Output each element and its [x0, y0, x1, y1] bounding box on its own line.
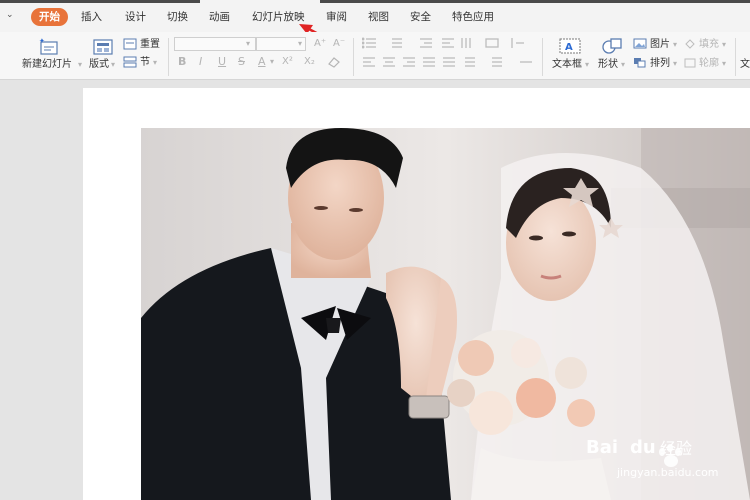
chevron-down-icon[interactable]: ⌄ — [6, 10, 14, 20]
tab-security[interactable]: 安全 — [410, 8, 431, 26]
font-size-dropdown-icon[interactable]: ▾ — [298, 38, 302, 50]
grow-font-icon[interactable]: A⁺ — [314, 38, 326, 50]
fill-dropdown-icon[interactable]: ▾ — [722, 39, 726, 51]
superscript-icon[interactable]: X² — [282, 56, 293, 68]
subscript-icon[interactable]: X₂ — [304, 56, 315, 68]
new-slide-button[interactable]: 新建幻灯片 — [22, 59, 72, 71]
text-tool-partial[interactable]: 文 — [740, 59, 750, 71]
arrange-dropdown-icon[interactable]: ▾ — [673, 58, 677, 70]
tab-view[interactable]: 视图 — [368, 8, 389, 26]
section-icon[interactable] — [123, 56, 137, 68]
paragraph-tools-row1b[interactable] — [460, 37, 540, 49]
text-box-dropdown-icon[interactable]: ▾ — [585, 59, 589, 71]
font-name-dropdown-icon[interactable]: ▾ — [246, 38, 250, 50]
arrange-icon[interactable] — [633, 57, 647, 68]
font-color-dropdown-icon[interactable]: ▾ — [270, 56, 274, 68]
shrink-font-icon[interactable]: A⁻ — [333, 38, 345, 50]
shape-dropdown-icon[interactable]: ▾ — [621, 59, 625, 71]
font-color-icon[interactable]: A — [258, 56, 266, 68]
baidu-brand-text: Bai — [586, 437, 619, 458]
layout-icon[interactable] — [92, 38, 114, 56]
text-box-icon[interactable]: A — [558, 37, 582, 55]
baidu-url-text: jingyan.baidu.com — [617, 466, 719, 479]
menu-bar: ⌄ 开始 插入 设计 切换 动画 幻灯片放映 审阅 视图 安全 特色应用 — [0, 0, 750, 32]
title-bar-edge — [0, 0, 750, 3]
picture-icon[interactable] — [633, 38, 647, 49]
new-slide-icon[interactable]: ✦ — [38, 38, 60, 56]
reset-button[interactable]: 重置 — [140, 39, 160, 51]
svg-text:✦: ✦ — [39, 38, 45, 45]
ribbon-toolbar: ✦ 新建幻灯片 ▾ 版式 ▾ 重置 节 ▾ ▾ ▾ A⁺ A⁻ B I U S … — [0, 32, 750, 80]
outline-icon[interactable] — [684, 58, 696, 68]
picture-button[interactable]: 图片 — [650, 39, 670, 51]
section-button[interactable]: 节 — [140, 57, 150, 69]
shape-icon[interactable] — [600, 37, 624, 55]
underline-icon[interactable]: U — [218, 56, 226, 68]
tab-design[interactable]: 设计 — [125, 8, 146, 26]
svg-text:A: A — [565, 42, 573, 53]
fill-icon[interactable] — [684, 39, 696, 49]
outline-dropdown-icon[interactable]: ▾ — [722, 58, 726, 70]
tab-special-apps[interactable]: 特色应用 — [452, 8, 494, 26]
paragraph-tools-row1[interactable] — [362, 37, 472, 49]
bold-icon[interactable]: B — [178, 56, 186, 68]
clear-format-icon[interactable] — [327, 56, 341, 68]
tab-start[interactable]: 开始 — [31, 8, 68, 26]
layout-dropdown-icon[interactable]: ▾ — [111, 59, 115, 71]
tab-animation[interactable]: 动画 — [209, 8, 230, 26]
section-dropdown-icon[interactable]: ▾ — [153, 57, 157, 69]
fill-button[interactable]: 填充 — [699, 39, 719, 51]
new-slide-dropdown-icon[interactable]: ▾ — [78, 59, 82, 71]
arrange-button[interactable]: 排列 — [650, 58, 670, 70]
tab-transition[interactable]: 切换 — [167, 8, 188, 26]
picture-dropdown-icon[interactable]: ▾ — [673, 39, 677, 51]
paragraph-align-row[interactable] — [362, 56, 542, 68]
font-name-select[interactable] — [174, 37, 256, 51]
text-box-button[interactable]: 文本框 — [552, 59, 582, 71]
tab-insert[interactable]: 插入 — [81, 8, 102, 26]
outline-button[interactable]: 轮廓 — [699, 58, 719, 70]
layout-button[interactable]: 版式 — [89, 59, 109, 71]
baidu-jingyan-text: 经验 — [660, 439, 693, 458]
reset-icon[interactable] — [123, 38, 137, 50]
baidu-brand-text2: du — [630, 437, 656, 458]
shape-button[interactable]: 形状 — [598, 59, 618, 71]
italic-icon[interactable]: I — [199, 56, 202, 68]
strikethrough-icon[interactable]: S — [238, 56, 245, 68]
